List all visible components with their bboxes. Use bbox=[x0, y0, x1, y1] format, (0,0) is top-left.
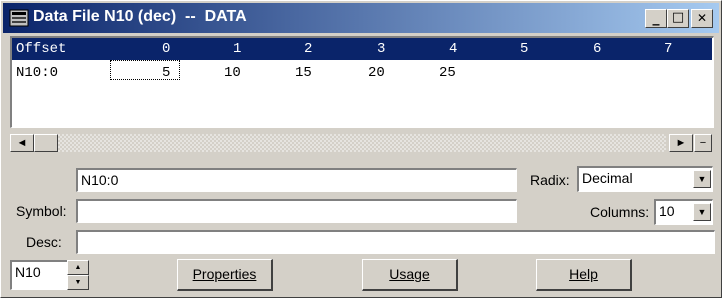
radix-label: Radix: bbox=[530, 172, 570, 188]
column-header[interactable]: 3 bbox=[377, 41, 385, 57]
columns-select[interactable]: 10 ▼ bbox=[654, 199, 713, 225]
symbol-field[interactable] bbox=[76, 199, 517, 223]
usage-button[interactable]: Usage bbox=[362, 259, 458, 291]
data-cell[interactable]: 10 bbox=[224, 65, 241, 81]
data-file-window: Data File N10 (dec) -- DATA _ □ ✕ Offset… bbox=[0, 0, 722, 298]
table-row: N10:0 5 10 15 20 25 bbox=[12, 60, 712, 84]
column-header[interactable]: 5 bbox=[520, 41, 528, 57]
chevron-down-icon[interactable]: ▼ bbox=[693, 170, 711, 188]
scroll-track[interactable] bbox=[58, 134, 666, 152]
minimize-button[interactable]: _ bbox=[645, 9, 667, 28]
spin-up-icon[interactable]: ▲ bbox=[67, 260, 89, 275]
horizontal-scrollbar[interactable]: ◄ ► − bbox=[10, 132, 714, 154]
column-header[interactable]: 7 bbox=[664, 41, 672, 57]
row-offset-label: N10:0 bbox=[16, 65, 59, 81]
column-header-offset: Offset bbox=[16, 41, 67, 57]
scroll-left-arrow-icon[interactable]: ◄ bbox=[10, 134, 34, 152]
window-title: Data File N10 (dec) -- DATA bbox=[33, 8, 247, 25]
data-file-icon bbox=[9, 9, 29, 27]
data-cell[interactable]: 20 bbox=[368, 65, 385, 81]
data-cell[interactable]: 25 bbox=[439, 65, 456, 81]
radix-value: Decimal bbox=[582, 170, 633, 186]
column-header[interactable]: 6 bbox=[593, 41, 601, 57]
table-header: Offset 0 1 2 3 4 5 6 7 bbox=[12, 38, 712, 60]
description-field[interactable] bbox=[76, 230, 715, 254]
column-header[interactable]: 1 bbox=[233, 41, 241, 57]
scroll-right-arrow-icon[interactable]: ► bbox=[669, 134, 693, 152]
scroll-thumb[interactable] bbox=[34, 134, 58, 152]
title-bar[interactable]: Data File N10 (dec) -- DATA _ □ ✕ bbox=[3, 3, 719, 33]
address-field[interactable]: N10:0 bbox=[76, 168, 517, 192]
help-button[interactable]: Help bbox=[536, 259, 632, 291]
scroll-split-minus-button[interactable]: − bbox=[694, 134, 712, 152]
close-button[interactable]: ✕ bbox=[691, 9, 713, 28]
spin-down-icon[interactable]: ▼ bbox=[67, 275, 89, 290]
column-header[interactable]: 2 bbox=[304, 41, 312, 57]
data-cell[interactable]: 5 bbox=[162, 65, 170, 81]
radix-select[interactable]: Decimal ▼ bbox=[577, 166, 713, 192]
column-header[interactable]: 0 bbox=[162, 41, 170, 57]
file-number-field[interactable]: N10 bbox=[10, 260, 68, 290]
chevron-down-icon[interactable]: ▼ bbox=[693, 203, 711, 221]
data-cell[interactable]: 15 bbox=[295, 65, 312, 81]
column-header[interactable]: 4 bbox=[449, 41, 457, 57]
columns-label: Columns: bbox=[590, 204, 650, 220]
symbol-label: Symbol: bbox=[16, 203, 67, 219]
properties-button[interactable]: Properties bbox=[177, 259, 273, 291]
maximize-button[interactable]: □ bbox=[667, 9, 689, 28]
columns-value: 10 bbox=[659, 203, 675, 219]
data-table[interactable]: Offset 0 1 2 3 4 5 6 7 N10:0 5 10 15 20 … bbox=[10, 36, 714, 128]
desc-label: Desc: bbox=[26, 234, 62, 250]
